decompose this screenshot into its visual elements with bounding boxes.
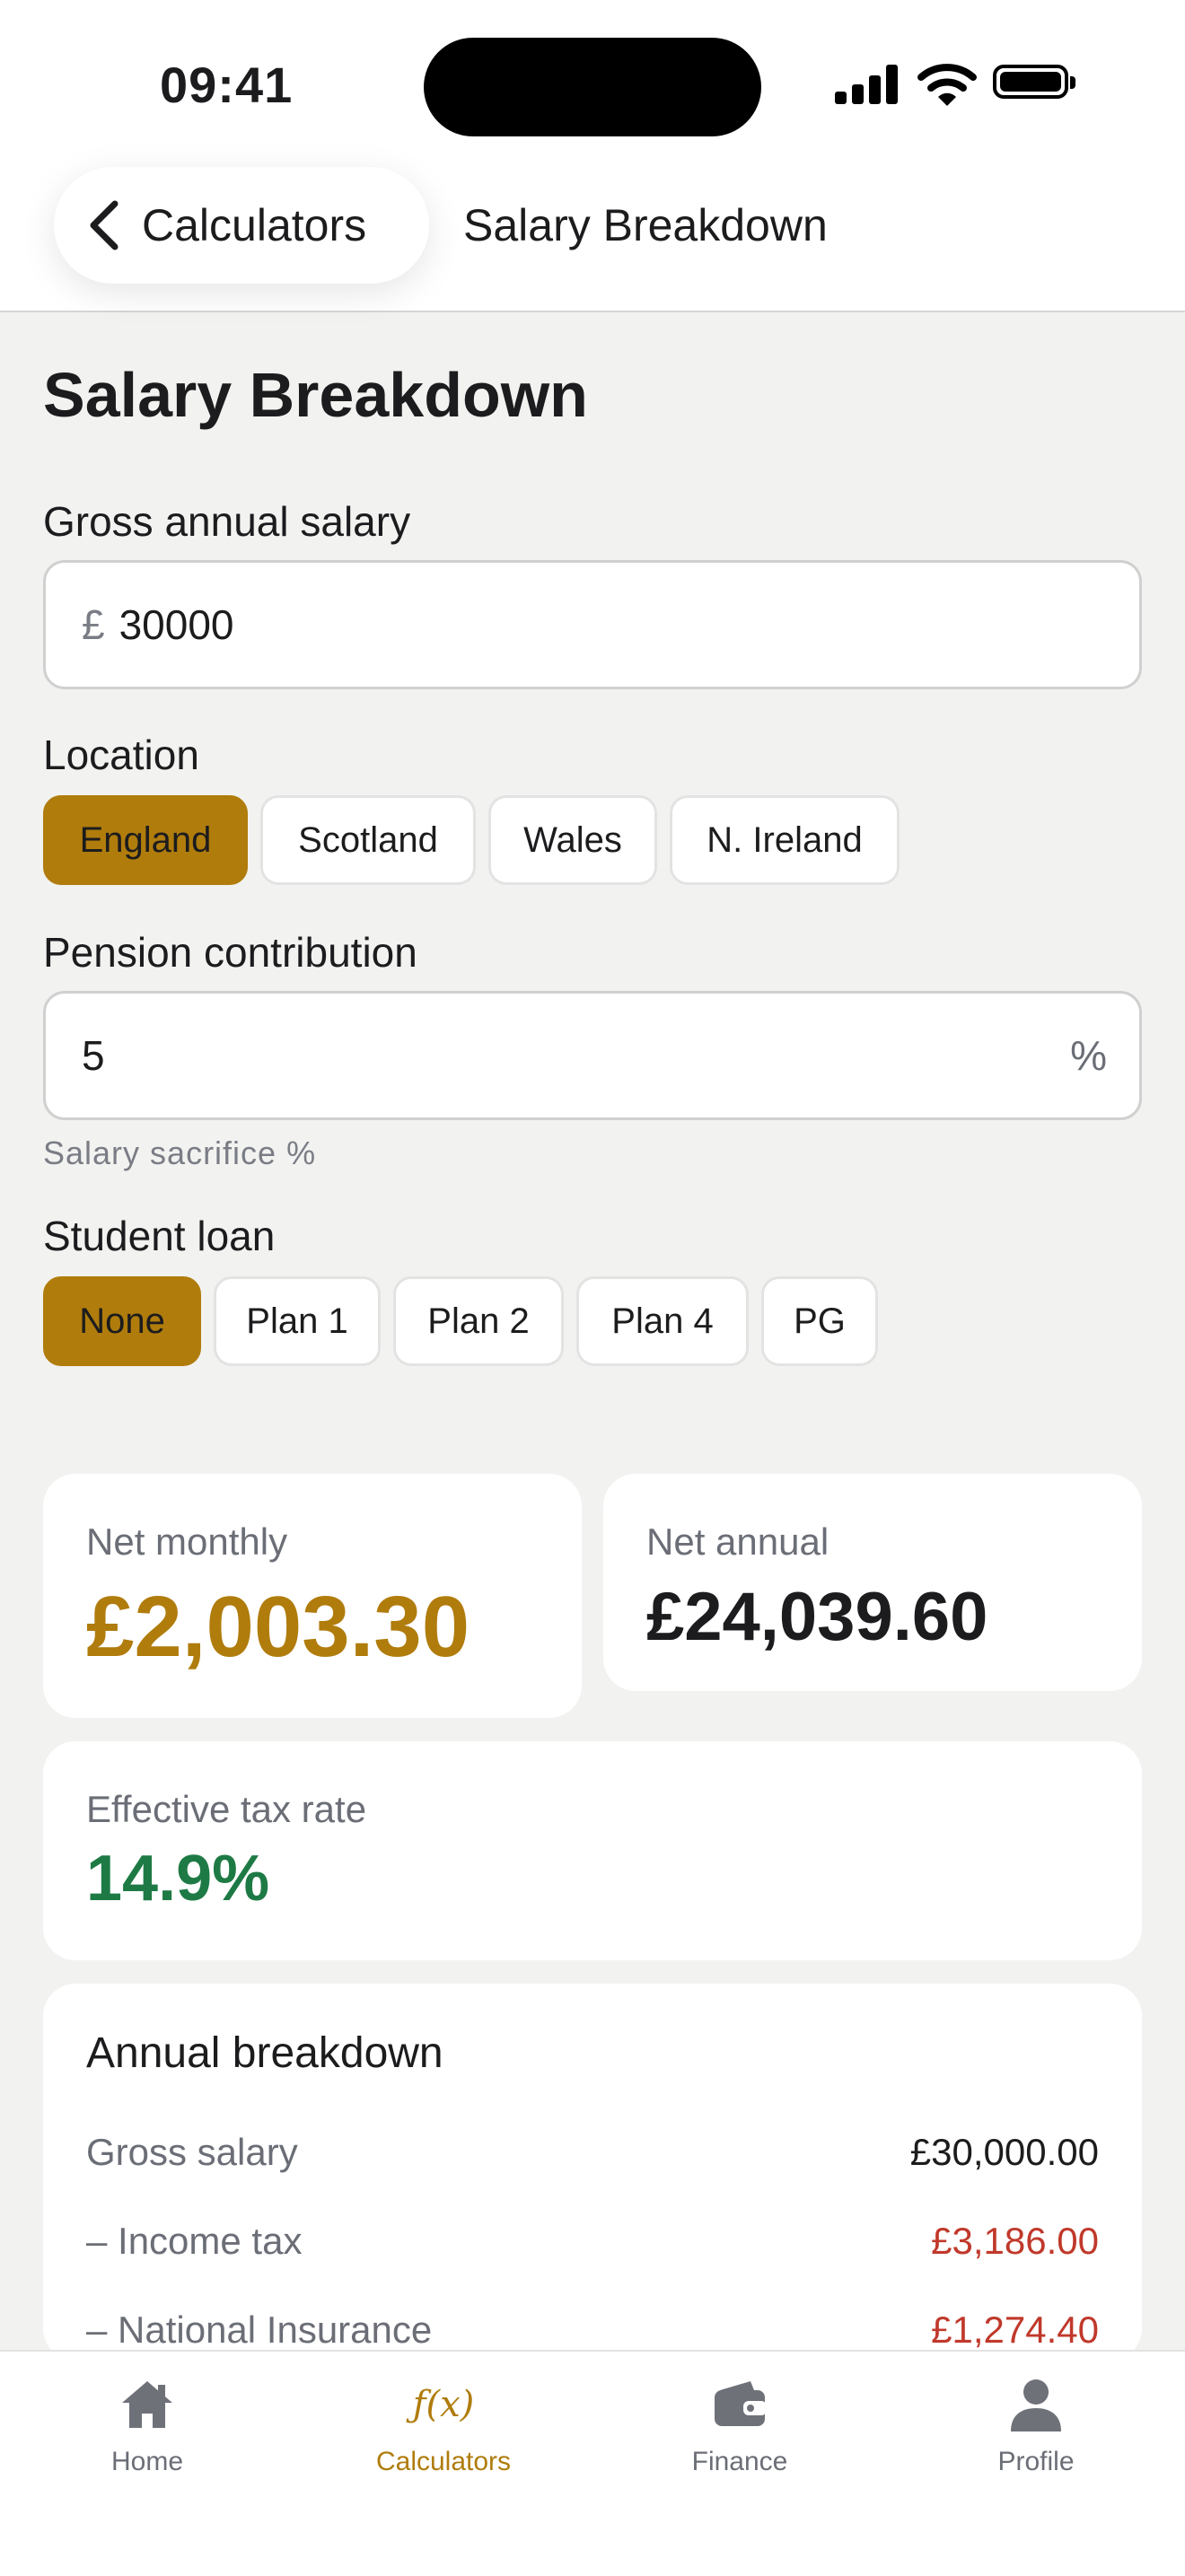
breakdown-row-value: £1,274.40 <box>931 2309 1099 2351</box>
page-title: Salary Breakdown <box>43 360 588 430</box>
back-button[interactable]: Calculators <box>54 167 429 284</box>
student-loan-option-plan-2[interactable]: Plan 2 <box>393 1276 564 1366</box>
net-annual-card: Net annual £24,039.60 <box>603 1474 1142 1691</box>
wifi-icon <box>917 64 977 106</box>
breakdown-row-value: £30,000.00 <box>909 2131 1099 2173</box>
tab-profile-label: Profile <box>997 2447 1075 2476</box>
tax-rate-card: Effective tax rate 14.9% <box>43 1741 1142 1960</box>
net-annual-value: £24,039.60 <box>646 1579 988 1655</box>
tab-finance-label: Finance <box>691 2447 788 2476</box>
net-monthly-label: Net monthly <box>86 1520 288 1563</box>
back-button-label: Calculators <box>142 200 367 250</box>
location-option-n-ireland[interactable]: N. Ireland <box>670 795 900 885</box>
wallet-icon <box>715 2381 767 2426</box>
house-icon <box>122 2381 172 2428</box>
location-option-scotland[interactable]: Scotland <box>260 795 476 885</box>
chevron-left-icon <box>90 200 118 250</box>
percent-suffix: % <box>1070 1032 1107 1079</box>
function-icon: ƒ(x) <box>412 2384 475 2425</box>
net-monthly-card: Net monthly £2,003.30 <box>43 1474 582 1718</box>
annual-breakdown-card: Annual breakdown Gross salary £30,000.00… <box>43 1984 1142 2361</box>
tab-home-label: Home <box>110 2447 184 2476</box>
tab-finance[interactable]: Finance <box>641 2375 838 2501</box>
student-loan-selector: None Plan 1 Plan 2 Plan 4 PG <box>43 1276 878 1366</box>
student-loan-label: Student loan <box>43 1213 276 1259</box>
location-option-wales[interactable]: Wales <box>488 795 657 885</box>
tab-bar: Home ƒ(x) Calculators Finance Profile <box>0 2350 1185 2576</box>
location-selector: England Scotland Wales N. Ireland <box>43 795 900 885</box>
tax-rate-value: 14.9% <box>86 1843 270 1914</box>
currency-prefix: £ <box>82 601 105 648</box>
battery-icon <box>993 65 1075 99</box>
person-icon <box>1011 2379 1061 2431</box>
pension-label: Pension contribution <box>43 929 417 976</box>
tax-rate-label: Effective tax rate <box>86 1788 367 1830</box>
breakdown-row: Gross salary £30,000.00 <box>86 2131 1099 2185</box>
breakdown-row-label: Gross salary <box>86 2131 298 2173</box>
top-bar: 09:41 Calculators Salary Breakdown <box>0 0 1185 312</box>
student-loan-option-pg[interactable]: PG <box>761 1276 878 1366</box>
tab-calculators[interactable]: ƒ(x) Calculators <box>345 2375 542 2501</box>
tab-profile[interactable]: Profile <box>937 2375 1135 2501</box>
net-annual-label: Net annual <box>646 1520 830 1563</box>
location-label: Location <box>43 732 199 778</box>
breakdown-row-label: – Income tax <box>86 2220 303 2262</box>
breakdown-row: – Income tax £3,186.00 <box>86 2220 1099 2274</box>
location-option-england[interactable]: England <box>43 795 248 885</box>
student-loan-option-plan-1[interactable]: Plan 1 <box>214 1276 381 1366</box>
status-time: 09:41 <box>160 57 294 113</box>
pension-input[interactable]: 5 % <box>43 991 1142 1120</box>
breakdown-row-value: £3,186.00 <box>931 2220 1099 2262</box>
breakdown-title: Annual breakdown <box>86 2029 443 2077</box>
dynamic-island <box>424 38 761 136</box>
net-monthly-value: £2,003.30 <box>86 1579 470 1675</box>
salary-label: Gross annual salary <box>43 498 411 545</box>
pension-hint: Salary sacrifice % <box>43 1135 317 1171</box>
tab-home[interactable]: Home <box>48 2375 246 2501</box>
pension-value: 5 <box>82 1032 105 1079</box>
tab-calculators-label: Calculators <box>375 2447 512 2476</box>
salary-input[interactable]: £ 30000 <box>43 560 1142 689</box>
nav-title: Salary Breakdown <box>463 200 828 250</box>
breakdown-row-label: – National Insurance <box>86 2309 433 2351</box>
cellular-signal-icon <box>835 65 900 104</box>
salary-value: 30000 <box>118 601 234 648</box>
student-loan-option-plan-4[interactable]: Plan 4 <box>576 1276 749 1366</box>
student-loan-option-none[interactable]: None <box>43 1276 201 1366</box>
